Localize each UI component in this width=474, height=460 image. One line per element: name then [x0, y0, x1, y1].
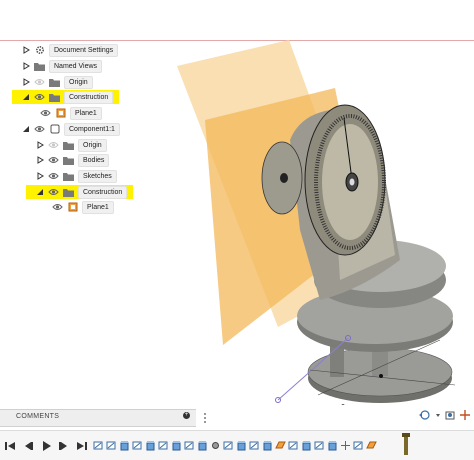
- canvas-viewport[interactable]: Document Settings Named Views Origin Constr…: [0, 0, 474, 405]
- comments-panel[interactable]: COMMENTS +: [0, 409, 196, 427]
- timeline-plane-icon[interactable]: [366, 439, 377, 451]
- timeline-plane-icon[interactable]: [275, 439, 286, 451]
- folder-icon: [49, 92, 60, 102]
- folder-icon: [63, 155, 74, 165]
- browser-item-origin[interactable]: Origin: [0, 138, 113, 152]
- visibility-eye-icon[interactable]: [48, 140, 59, 150]
- add-comment-icon[interactable]: +: [183, 412, 190, 419]
- plane-icon: [55, 108, 66, 118]
- folder-icon: [63, 140, 74, 150]
- browser-item-label: Plane1: [82, 200, 114, 214]
- browser-item-construction[interactable]: Construction: [0, 90, 120, 104]
- browser-item-named-views[interactable]: Named Views: [0, 59, 108, 73]
- expand-icon[interactable]: [36, 171, 44, 181]
- timeline-extrude-icon[interactable]: [327, 439, 338, 451]
- expand-icon[interactable]: [36, 155, 44, 165]
- dropdown-icon[interactable]: [435, 408, 441, 426]
- go-to-start-icon[interactable]: [4, 440, 16, 452]
- comments-label: COMMENTS: [16, 413, 60, 420]
- timeline-controls: [4, 440, 88, 452]
- plane-icon: [67, 202, 78, 212]
- browser-item-label: Construction: [78, 185, 128, 199]
- timeline-sketch-icon[interactable]: [249, 439, 260, 451]
- timeline-extrude-icon[interactable]: [236, 439, 247, 451]
- browser-item-label: Origin: [64, 75, 93, 89]
- browser-item-label: Component1:1: [64, 122, 120, 136]
- timeline-extrude-icon[interactable]: [171, 439, 182, 451]
- timeline-sketch-icon[interactable]: [314, 439, 325, 451]
- timeline-extrude-icon[interactable]: [197, 439, 208, 451]
- play-icon[interactable]: [40, 440, 52, 452]
- step-back-icon[interactable]: [22, 440, 34, 452]
- side-disc-hub: [280, 173, 288, 183]
- expand-icon[interactable]: [22, 61, 30, 71]
- pan-icon[interactable]: [459, 408, 471, 426]
- collapse-icon[interactable]: [22, 124, 30, 134]
- timeline-sketch-icon[interactable]: [184, 439, 195, 451]
- timeline-marker[interactable]: [402, 433, 410, 455]
- browser-item-bodies[interactable]: Bodies: [0, 153, 115, 167]
- visibility-eye-icon[interactable]: [48, 187, 59, 197]
- visibility-eye-icon[interactable]: [40, 108, 51, 118]
- timeline-extrude-icon[interactable]: [301, 439, 312, 451]
- panel-grip-icon[interactable]: [203, 411, 207, 429]
- timeline-extrude-icon[interactable]: [145, 439, 156, 451]
- visibility-eye-icon[interactable]: [48, 155, 59, 165]
- timeline-sketch-icon[interactable]: [93, 439, 104, 451]
- look-at-icon[interactable]: [444, 408, 456, 426]
- browser-item-origin[interactable]: Origin: [0, 75, 99, 89]
- browser-item-sketches[interactable]: Sketches: [0, 169, 123, 183]
- browser-item-label: Named Views: [49, 59, 103, 73]
- sketch-point-3: [379, 374, 383, 378]
- timeline-move-icon[interactable]: [340, 439, 351, 451]
- browser-item-plane1[interactable]: Plane1: [0, 200, 120, 214]
- folder-icon: [63, 187, 74, 197]
- orbit-icon[interactable]: [418, 408, 432, 426]
- timeline-joint-icon[interactable]: [210, 439, 221, 451]
- timeline-extrude-icon[interactable]: [262, 439, 273, 451]
- collapse-icon[interactable]: [36, 187, 44, 197]
- browser-item-label: Sketches: [78, 169, 117, 183]
- browser-item-label: Document Settings: [49, 43, 119, 57]
- collapse-icon[interactable]: [22, 92, 30, 102]
- navigation-bar: [418, 409, 474, 425]
- browser-item-label: Origin: [78, 138, 107, 152]
- timeline-sketch-icon[interactable]: [288, 439, 299, 451]
- browser-item-construction[interactable]: Construction: [0, 185, 134, 199]
- browser-item-label: Bodies: [78, 153, 110, 167]
- dial-hub-center: [349, 178, 355, 186]
- timeline-sketch-icon[interactable]: [106, 439, 117, 451]
- step-forward-icon[interactable]: [58, 440, 70, 452]
- visibility-eye-icon[interactable]: [34, 77, 45, 87]
- timeline-features: [93, 439, 377, 451]
- sketch-point-4: [341, 404, 345, 405]
- visibility-eye-icon[interactable]: [34, 92, 45, 102]
- gear-icon: [34, 45, 45, 55]
- browser-item-label: Construction: [64, 90, 114, 104]
- timeline-sketch-icon[interactable]: [132, 439, 143, 451]
- go-to-end-icon[interactable]: [76, 440, 88, 452]
- component-icon: [49, 124, 60, 134]
- browser-item-document-settings[interactable]: Document Settings: [0, 43, 124, 57]
- expand-icon[interactable]: [22, 77, 30, 87]
- visibility-eye-icon[interactable]: [48, 171, 59, 181]
- folder-icon: [34, 61, 45, 71]
- expand-icon[interactable]: [22, 45, 30, 55]
- browser-item-component1-1[interactable]: Component1:1: [0, 122, 126, 136]
- timeline-extrude-icon[interactable]: [119, 439, 130, 451]
- timeline-sketch-icon[interactable]: [223, 439, 234, 451]
- folder-icon: [49, 77, 60, 87]
- timeline-sketch-icon[interactable]: [158, 439, 169, 451]
- expand-icon[interactable]: [36, 140, 44, 150]
- visibility-eye-icon[interactable]: [34, 124, 45, 134]
- browser-item-label: Plane1: [70, 106, 102, 120]
- timeline-sketch-icon[interactable]: [353, 439, 364, 451]
- browser-item-plane1[interactable]: Plane1: [0, 106, 108, 120]
- timeline: [0, 430, 474, 460]
- folder-icon: [63, 171, 74, 181]
- visibility-eye-icon[interactable]: [52, 202, 63, 212]
